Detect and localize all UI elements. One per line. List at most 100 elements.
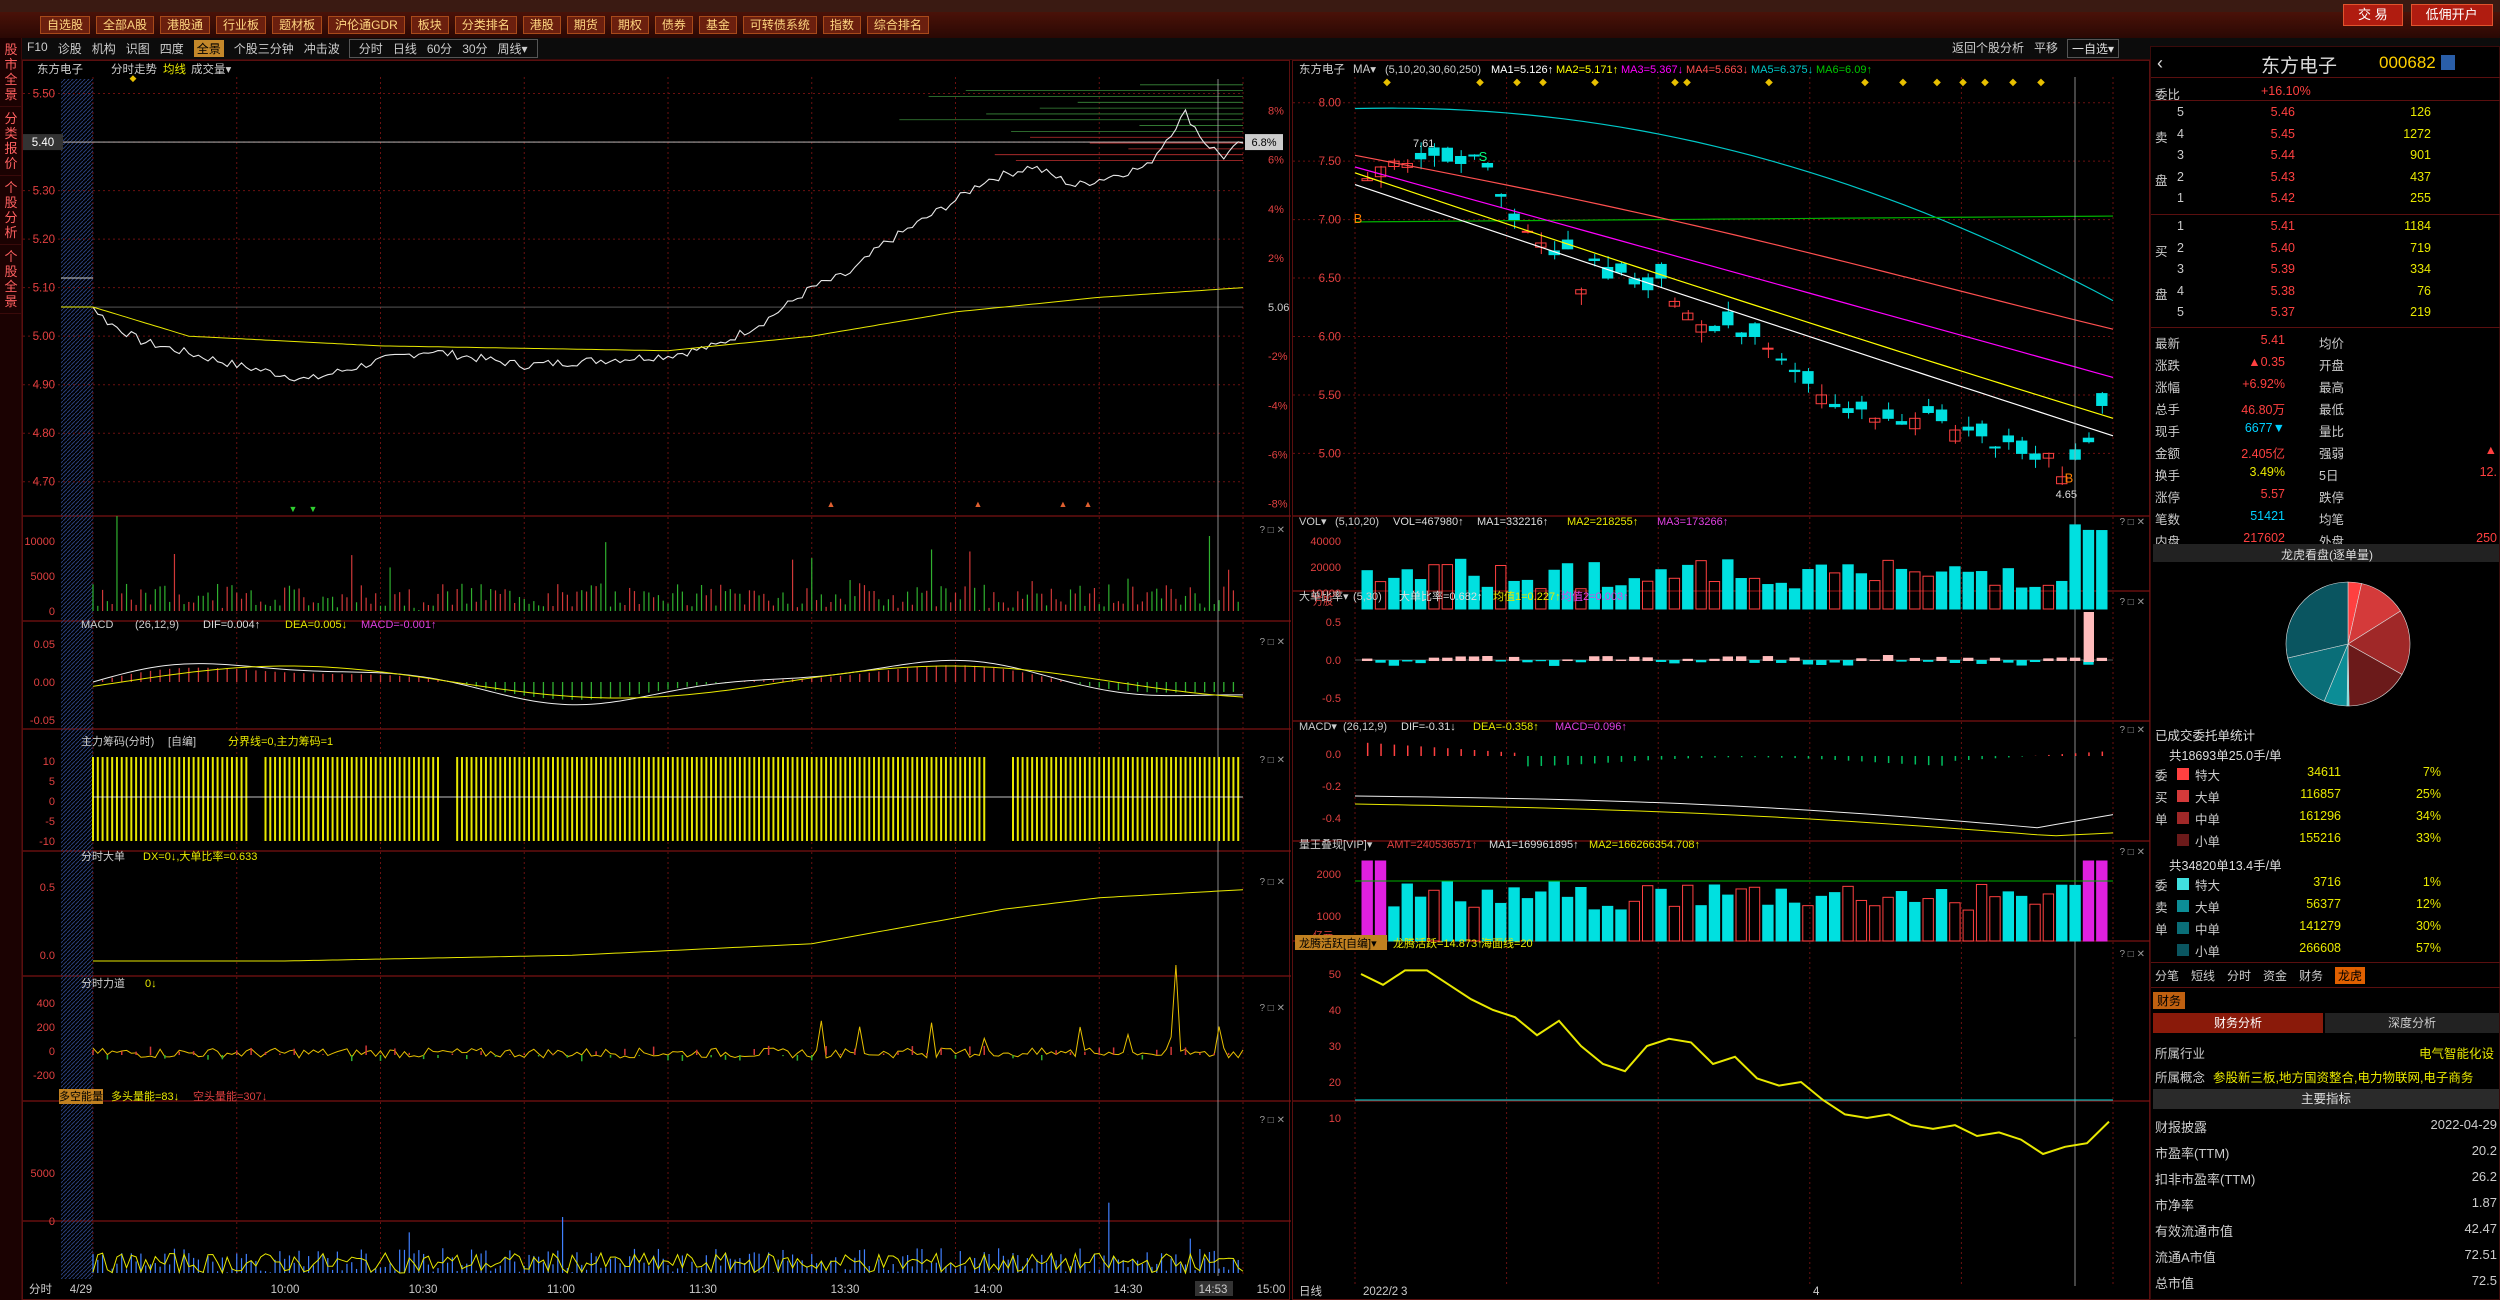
toolbar-button-6[interactable]: 板块 <box>410 16 449 34</box>
kvol-bar <box>2096 530 2108 610</box>
sidebar-tab-1[interactable]: 分类报价 <box>0 107 22 176</box>
quote-tab-1[interactable]: 短线 <box>2191 967 2215 984</box>
period-3[interactable]: 30分 <box>462 40 487 57</box>
book-divider <box>2151 214 2500 215</box>
candle-body <box>2002 435 2015 443</box>
sell-char: 卖 <box>2155 130 2168 145</box>
kvol-bar <box>2056 580 2068 610</box>
deal-name: 大单 <box>2195 791 2221 805</box>
lwdx-tick: 2000 <box>1317 869 1341 881</box>
price-tick: 4.70 <box>33 477 55 489</box>
toolbar-button-10[interactable]: 期权 <box>610 16 649 34</box>
lwdx-bar <box>1682 884 1694 942</box>
quote-tab-2[interactable]: 分时 <box>2227 967 2251 984</box>
ma-value-3: MA4=5.663↓ <box>1686 64 1748 76</box>
ddb-bar <box>1829 660 1840 663</box>
kline-price-tick: 8.00 <box>1319 98 1341 110</box>
kmacd-dif: DIF=-0.31↓ <box>1401 721 1456 733</box>
toolbar2-item-7[interactable]: 冲击波 <box>304 40 340 57</box>
stat-label: 均笔 <box>2319 513 2345 527</box>
period-4[interactable]: 周线▾ <box>498 40 528 57</box>
sidebar-tab-3[interactable]: 个股全景 <box>0 245 22 314</box>
event-marker: ◆ <box>1383 77 1391 88</box>
lwdx-bar <box>1601 905 1614 942</box>
toolbar2-item-4[interactable]: 四度 <box>160 40 184 57</box>
toolbar2-item-5[interactable]: 全景 <box>193 40 224 57</box>
kline-time-label: 2022/2 <box>1363 1286 1398 1298</box>
lwdx-bar <box>1495 902 1507 942</box>
fin-tab[interactable]: 财务 <box>2153 992 2186 1009</box>
fin-sub-tab-0[interactable]: 财务分析 <box>2153 1013 2323 1033</box>
event-marker: ◆ <box>1765 77 1773 88</box>
kvol-bar <box>1668 577 1681 610</box>
toolbar2-right-0[interactable]: 返回个股分析 <box>1952 39 2024 58</box>
toolbar2-right-1[interactable]: 平移 <box>2034 39 2058 58</box>
toolbar-button-7[interactable]: 分类排名 <box>454 16 517 34</box>
trade-button[interactable]: 交 易 <box>2343 4 2403 26</box>
kvol-bar <box>1975 571 1988 610</box>
ddb-bar <box>2096 657 2107 661</box>
candle-body <box>1855 401 1868 410</box>
toolbar-button-3[interactable]: 行业板 <box>216 16 267 34</box>
quote-tab-3[interactable]: 资金 <box>2263 967 2287 984</box>
sell-level: 3 <box>2177 148 2184 162</box>
ddb-bar <box>1669 660 1680 664</box>
period-2[interactable]: 60分 <box>427 40 452 57</box>
quote-tab-0[interactable]: 分笔 <box>2155 967 2179 984</box>
period-1[interactable]: 日线 <box>393 40 417 57</box>
lwdx-bar <box>1548 881 1560 942</box>
toolbar2-item-0[interactable]: F10 <box>27 40 48 57</box>
sidebar-tab-0[interactable]: 股市全景 <box>0 38 22 107</box>
toolbar2-right-2[interactable]: 一自选▾ <box>2067 39 2120 58</box>
quote-tab-5[interactable]: 龙虎 <box>2335 967 2366 984</box>
toolbar2-item-2[interactable]: 机构 <box>92 40 116 57</box>
macd-params: (26,12,9) <box>135 619 179 631</box>
toolbar2-item-6[interactable]: 个股三分钟 <box>234 40 294 57</box>
indicator-bar: 主要指标 <box>2153 1089 2499 1109</box>
fin-value: 72.5 <box>2471 1273 2497 1288</box>
toolbar-button-15[interactable]: 综合排名 <box>866 16 929 34</box>
kline-price-tick: 5.00 <box>1319 448 1341 460</box>
back-icon[interactable]: ‹ <box>2157 53 2163 74</box>
candle-body <box>2016 440 2028 454</box>
stock-info-icon[interactable] <box>2441 55 2455 70</box>
kline-time-label: 日线 <box>1299 1284 1322 1298</box>
toolbar-button-8[interactable]: 港股 <box>522 16 561 34</box>
kvol-bar <box>1628 578 1640 610</box>
fsld-tick: -200 <box>33 1070 55 1082</box>
sidebar-tab-2[interactable]: 个股分析 <box>0 176 22 245</box>
ma1-line <box>1354 183 2114 437</box>
toolbar-button-5[interactable]: 沪伦通GDR <box>328 16 405 34</box>
ma6-line <box>1354 215 2114 223</box>
candle-body <box>1935 409 1948 422</box>
quote-tab-4[interactable]: 财务 <box>2299 967 2323 984</box>
dkn-v1: 多头量能=83↓ <box>111 1089 179 1103</box>
toolbar-button-14[interactable]: 指数 <box>822 16 861 34</box>
toolbar-button-0[interactable]: 自选股 <box>40 16 91 34</box>
toolbar2-item-1[interactable]: 诊股 <box>58 40 82 57</box>
toolbar-button-12[interactable]: 基金 <box>698 16 737 34</box>
lwdx-bar <box>1628 900 1640 942</box>
open-account-button[interactable]: 低佣开户 <box>2410 4 2493 26</box>
pct-tick: -8% <box>1268 498 1288 510</box>
intraday-title: 东方电子 <box>37 62 83 76</box>
pct-tick: -6% <box>1268 449 1288 461</box>
main-toolbar: 自选股 全部A股 港股通 行业板 题材板 沪伦通GDR 板块 分类排名 港股 期货 期权 债券 基金 可转… <box>0 12 2500 38</box>
ddb-bar <box>1856 658 1867 661</box>
kvol-bar <box>1642 580 1654 610</box>
toolbar-button-11[interactable]: 债券 <box>654 16 693 34</box>
toolbar2-item-3[interactable]: 识图 <box>126 40 150 57</box>
period-0[interactable]: 分时 <box>359 40 383 57</box>
kvol-bar <box>1935 571 1948 610</box>
time-label: 14:30 <box>1114 1284 1143 1296</box>
toolbar-button-2[interactable]: 港股通 <box>160 16 211 34</box>
pct-tick: -2% <box>1268 351 1288 363</box>
toolbar-button-1[interactable]: 全部A股 <box>96 16 155 34</box>
toolbar-button-9[interactable]: 期货 <box>566 16 605 34</box>
event-marker: ◆ <box>1981 77 1989 88</box>
toolbar-button-13[interactable]: 可转债系统 <box>742 16 817 34</box>
fin-sub-tab-1[interactable]: 深度分析 <box>2325 1013 2499 1033</box>
toolbar-button-4[interactable]: 题材板 <box>272 16 323 34</box>
ddb-bar <box>1949 660 1961 663</box>
book-bottom-divider <box>2151 327 2500 328</box>
